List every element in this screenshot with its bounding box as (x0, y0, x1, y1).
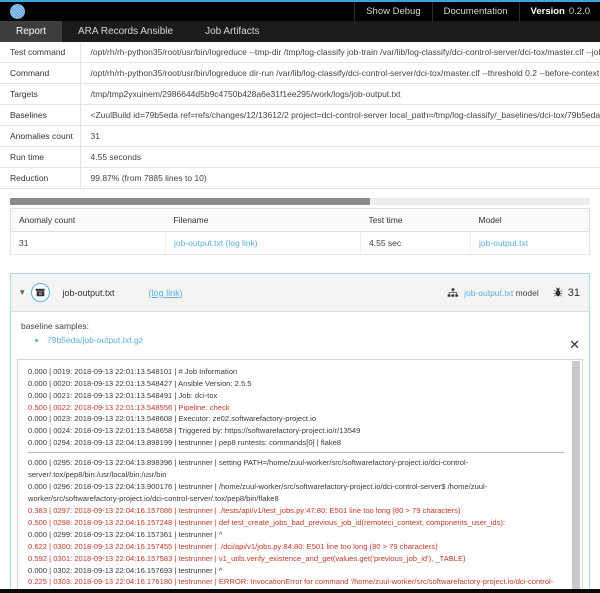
nav-item-version: Version 0.2.0 (519, 2, 600, 21)
chevron-down-icon[interactable]: ▾ (20, 288, 25, 297)
sitemap-icon (447, 288, 459, 298)
summary-key: Test command (0, 42, 80, 63)
log-output-panel[interactable]: 0.000 | 0019: 2018-09-13 22:01:13.548101… (17, 359, 583, 593)
log-line-anomaly: 0.500 | 0022: 2018-09-13 22:01:13.548556… (28, 402, 564, 414)
cell-test-time: 4.55 sec (361, 232, 471, 255)
summary-key: Targets (0, 84, 80, 105)
report-card-model-link[interactable]: job-output.txt (464, 288, 513, 298)
log-line: 0.000 | 0019: 2018-09-13 22:01:13.548101… (28, 366, 564, 378)
log-line: 0.000 | 0302: 2018-09-13 22:04:16.157693… (28, 565, 564, 577)
report-card-model-suffix: model (516, 288, 539, 298)
column-header-test-time[interactable]: Test time (361, 209, 471, 232)
summary-value: 31 (80, 126, 600, 147)
log-line: 0.000 | 0294: 2018-09-13 22:04:13.898199… (28, 437, 564, 449)
version-value: 0.2.0 (569, 6, 590, 17)
summary-row-command: Command /opt/rh/rh-python35/root/usr/bin… (0, 63, 600, 84)
log-line: 0.000 | 0020: 2018-09-13 22:01:13.548427… (28, 378, 564, 390)
log-line-anomaly: 0.622 | 0300: 2018-09-13 22:04:16.157455… (28, 541, 564, 553)
summary-value: 99.87% (from 7885 lines to 10) (80, 168, 600, 189)
scrollbar-thumb[interactable] (10, 198, 370, 205)
anomaly-table: Anomaly count Filename Test time Model 3… (10, 208, 590, 255)
tab-strip: Report ARA Records Ansible Job Artifacts (0, 21, 600, 42)
column-header-anomaly-count[interactable]: Anomaly count (11, 209, 166, 232)
log-line: 0.000 | 0021: 2018-09-13 22:01:13.548491… (28, 390, 564, 402)
summary-key: Baselines (0, 105, 80, 126)
summary-row-anomalies-count: Anomalies count 31 (0, 126, 600, 147)
navbar-spacer (34, 2, 354, 21)
summary-value: 4.55 seconds (80, 147, 600, 168)
baseline-samples-list: 79b5eda/job-output.txt.gz (21, 334, 579, 347)
cell-filename: job-output.txt (log link) (166, 232, 361, 255)
cell-anomaly-count: 31 (11, 232, 166, 255)
report-card-anomaly-count: 31 (568, 287, 580, 299)
summary-row-baselines: Baselines <ZuulBuild id=79b5eda ref=refs… (0, 105, 600, 126)
navbar-right-group: Show Debug Documentation Version 0.2.0 (354, 2, 600, 21)
summary-key: Anomalies count (0, 126, 80, 147)
log-line-anomaly: 0.592 | 0301: 2018-09-13 22:04:16.157583… (28, 553, 564, 565)
summary-key: Command (0, 63, 80, 84)
summary-row-test-command: Test command /opt/rh/rh-python35/root/us… (0, 42, 600, 63)
summary-horizontal-scrollbar[interactable] (10, 198, 590, 205)
log-line: 0.000 | 0296: 2018-09-13 22:04:13.900176… (28, 481, 564, 505)
column-header-filename[interactable]: Filename (166, 209, 361, 232)
summary-row-targets: Targets /tmp/tmp2yxuinem/2986644d5b9c475… (0, 84, 600, 105)
summary-value: /opt/rh/rh-python35/root/usr/bin/logredu… (80, 63, 600, 84)
summary-row-run-time: Run time 4.55 seconds (0, 147, 600, 168)
log-line: 0.000 | 0024: 2018-09-13 22:01:13.548658… (28, 425, 564, 437)
nav-item-documentation[interactable]: Documentation (432, 2, 519, 21)
list-item: 79b5eda/job-output.txt.gz (47, 334, 579, 347)
app-logo[interactable] (0, 2, 34, 21)
baseline-samples-title: baseline samples: (21, 321, 579, 331)
bottom-bar (0, 589, 600, 593)
report-card-model: job-output.txt model (464, 288, 539, 298)
summary-row-reduction: Reduction 99.87% (from 7885 lines to 10) (0, 168, 600, 189)
summary-value: <ZuulBuild id=79b5eda ref=refs/changes/1… (80, 105, 600, 126)
bug-icon (553, 287, 563, 298)
log-line-anomaly: 0.500 | 0298: 2018-09-13 22:04:16.157248… (28, 517, 564, 529)
table-row: 31 job-output.txt (log link) 4.55 sec jo… (11, 232, 590, 255)
report-card-title: job-output.txt (63, 288, 115, 298)
log-line: 0.000 | 0295: 2018-09-13 22:04:13.898396… (28, 452, 564, 481)
summary-key: Run time (0, 147, 80, 168)
filename-log-link[interactable]: (log link) (226, 238, 258, 248)
tab-report[interactable]: Report (0, 21, 62, 42)
log-line-anomaly: 0.383 | 0297: 2018-09-13 22:04:16.157086… (28, 505, 564, 517)
baseline-sample-link[interactable]: 79b5eda/job-output.txt.gz (47, 335, 143, 345)
model-link[interactable]: job-output.txt (479, 238, 528, 248)
anomaly-table-body: 31 job-output.txt (log link) 4.55 sec jo… (11, 232, 590, 255)
log-lines-container: 0.000 | 0019: 2018-09-13 22:01:13.548101… (18, 360, 582, 593)
baseline-samples-section: baseline samples: 79b5eda/job-output.txt… (11, 312, 589, 353)
summary-value: /tmp/tmp2yxuinem/2986644d5b9c4750b428a6e… (80, 84, 600, 105)
summary-value: /opt/rh/rh-python35/root/usr/bin/logredu… (80, 42, 600, 63)
column-header-model[interactable]: Model (471, 209, 590, 232)
nav-item-show-debug[interactable]: Show Debug (354, 2, 431, 21)
anomaly-table-wrapper: Anomaly count Filename Test time Model 3… (10, 208, 590, 255)
version-label: Version (531, 6, 565, 17)
filename-link[interactable]: job-output.txt (174, 238, 223, 248)
log-vertical-scrollbar[interactable] (572, 361, 580, 593)
archive-file-icon (31, 283, 50, 302)
log-line: 0.000 | 0299: 2018-09-13 22:04:16.157361… (28, 529, 564, 541)
anomaly-header-row: Anomaly count Filename Test time Model (11, 209, 590, 232)
close-icon[interactable]: ✕ (569, 338, 580, 351)
log-line: 0.000 | 0023: 2018-09-13 22:01:13.548608… (28, 413, 564, 425)
summary-table: Test command /opt/rh/rh-python35/root/us… (0, 42, 600, 189)
tab-ara-records-ansible[interactable]: ARA Records Ansible (62, 21, 189, 42)
tab-job-artifacts[interactable]: Job Artifacts (189, 21, 275, 42)
cell-model: job-output.txt (471, 232, 590, 255)
report-card-log-link[interactable]: (log link) (149, 288, 183, 298)
summary-key: Reduction (0, 168, 80, 189)
globe-icon (10, 4, 25, 19)
anomaly-table-head: Anomaly count Filename Test time Model (11, 209, 590, 232)
top-navbar: Show Debug Documentation Version 0.2.0 (0, 0, 600, 21)
report-card: ▾ job-output.txt (log link) job-output.t… (10, 273, 590, 593)
report-card-header[interactable]: ▾ job-output.txt (log link) job-output.t… (11, 274, 589, 312)
